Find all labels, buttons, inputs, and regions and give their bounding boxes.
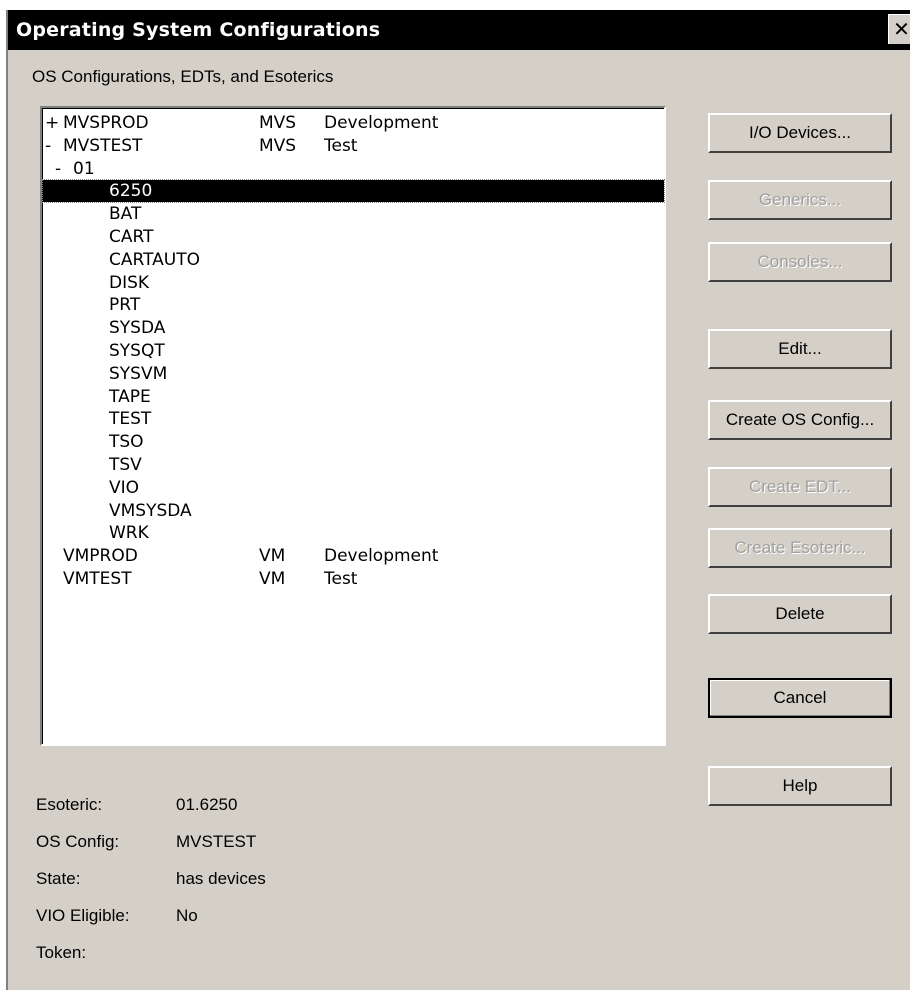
tree-item-name: VMTEST (63, 569, 132, 589)
tree-list: + MVSPROD MVS Development - MVSTEST MVS Test -01… (42, 108, 665, 744)
tree-item-name: CARTAUTO (109, 249, 200, 270)
close-icon: ✕ (893, 19, 910, 41)
close-button[interactable]: ✕ (888, 14, 910, 44)
tree-item-vmtest[interactable]: VMTEST VM Test (43, 568, 664, 590)
tree-item-name: CART (109, 227, 154, 247)
tree-item-test[interactable]: TEST (43, 408, 664, 430)
tree-item-mvstest[interactable]: - MVSTEST MVS Test (43, 135, 664, 157)
tree-item-01[interactable]: -01 (43, 158, 664, 180)
help-button[interactable]: Help (708, 766, 892, 806)
delete-button[interactable]: Delete (708, 594, 892, 634)
tree-item-desc: Development (324, 113, 439, 133)
tree-item-tso[interactable]: TSO (43, 431, 664, 453)
expand-toggle: + (45, 113, 60, 133)
os-config-label: OS Config: (36, 832, 120, 851)
tree-item-sysqt[interactable]: SYSQT (43, 340, 664, 362)
tree-item-vio[interactable]: VIO (43, 477, 664, 499)
tree-item-mvsprod[interactable]: + MVSPROD MVS Development (43, 112, 664, 134)
tree-item-name: MVSPROD (63, 113, 149, 133)
io-devices-button[interactable]: I/O Devices... (708, 113, 892, 153)
tree-item-6250[interactable]: 6250 (42, 179, 665, 204)
config-tree[interactable]: + MVSPROD MVS Development - MVSTEST MVS Test -01… (40, 106, 666, 746)
tree-item-name: SYSDA (109, 318, 166, 339)
state-label: State: (36, 869, 81, 888)
tree-item-prt[interactable]: PRT (43, 294, 664, 316)
tree-item-type: VM (259, 569, 286, 589)
tree-item-type: VM (259, 546, 286, 567)
tree-item-name: TSV (109, 455, 142, 475)
tree-item-name: MVSTEST (63, 135, 143, 156)
tree-item-name: BAT (109, 204, 142, 225)
tree-item-tape[interactable]: TAPE (43, 386, 664, 408)
title-bar: Operating System Configurations ✕ (8, 10, 910, 50)
esoteric-value: 01.6250 (176, 795, 238, 814)
cancel-button[interactable]: Cancel (708, 678, 892, 718)
tree-item-desc: Development (324, 546, 439, 567)
section-label: OS Configurations, EDTs, and Esoterics (32, 67, 334, 86)
generics-button[interactable]: Generics... (708, 180, 892, 220)
tree-item-bat[interactable]: BAT (43, 203, 664, 225)
state-value: has devices (176, 869, 266, 888)
tree-item-cart[interactable]: CART (43, 226, 664, 248)
tree-item-name: SYSQT (109, 341, 165, 361)
tree-item-name: 01 (73, 158, 95, 179)
tree-item-disk[interactable]: DISK (43, 272, 664, 294)
tree-item-type: MVS (259, 135, 297, 156)
tree-item-vmprod[interactable]: VMPROD VM Development (43, 545, 664, 567)
esoteric-label: Esoteric: (36, 795, 103, 814)
expand-toggle: - (55, 158, 62, 179)
tree-item-wrk[interactable]: WRK (43, 522, 664, 544)
tree-item-tsv[interactable]: TSV (43, 454, 664, 476)
tree-item-type: MVS (259, 113, 297, 133)
vio-eligible-label: VIO Eligible: (36, 906, 130, 925)
edit-button[interactable]: Edit... (708, 329, 892, 369)
tree-item-name: TSO (109, 432, 144, 453)
tree-item-desc: Test (324, 569, 358, 589)
tree-item-name: VIO (109, 477, 140, 498)
tree-item-name: DISK (109, 272, 150, 293)
expand-toggle: - (45, 135, 52, 156)
create-esoteric-button[interactable]: Create Esoteric... (708, 528, 892, 568)
tree-item-name: 6250 (109, 181, 153, 202)
consoles-button[interactable]: Consoles... (708, 242, 892, 282)
tree-item-desc: Test (324, 135, 358, 156)
tree-item-name: VMSYSDA (109, 500, 192, 521)
window-title: Operating System Configurations (16, 19, 381, 41)
token-label: Token: (36, 943, 87, 962)
tree-item-name: TAPE (109, 386, 151, 407)
vio-eligible-value: No (176, 906, 198, 925)
os-config-dialog: Operating System Configurations ✕ OS Con… (6, 10, 910, 990)
tree-item-vmsysda[interactable]: VMSYSDA (43, 500, 664, 522)
tree-item-cartauto[interactable]: CARTAUTO (43, 249, 664, 271)
tree-item-name: PRT (109, 295, 141, 316)
tree-item-sysda[interactable]: SYSDA (43, 317, 664, 339)
create-edt-button[interactable]: Create EDT... (708, 467, 892, 507)
tree-item-name: WRK (109, 523, 149, 544)
create-os-config-button[interactable]: Create OS Config... (708, 400, 892, 440)
tree-item-name: VMPROD (63, 546, 138, 567)
tree-item-name: SYSVM (109, 363, 168, 384)
os-config-value: MVSTEST (176, 832, 257, 851)
tree-item-name: TEST (109, 409, 152, 430)
tree-item-sysvm[interactable]: SYSVM (43, 363, 664, 385)
